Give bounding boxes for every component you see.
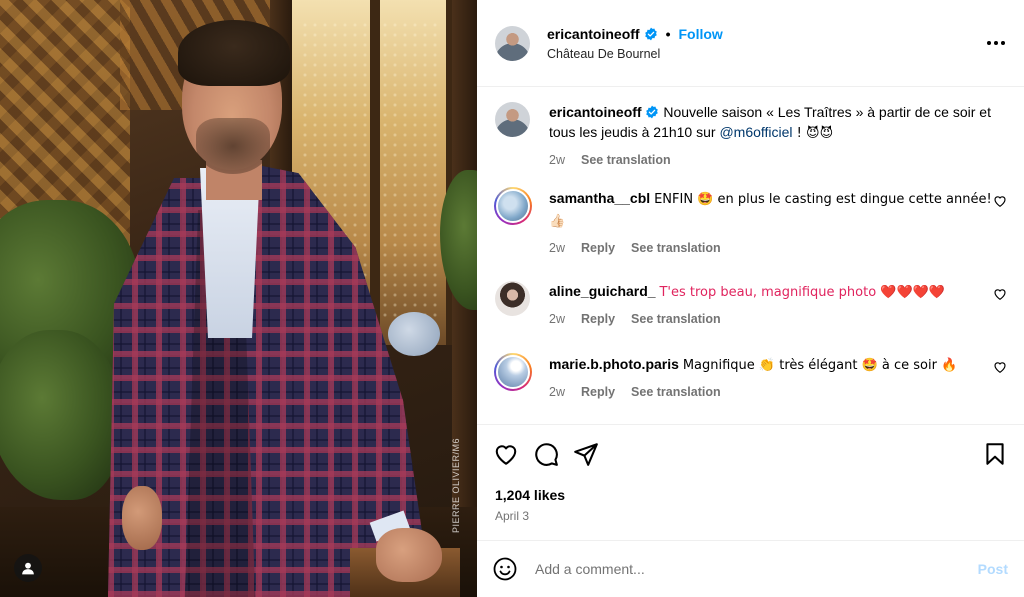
comment-text: Magnifique 👏 très élégant 🤩 à ce soir 🔥 [682,358,958,373]
emoji-picker-icon[interactable] [493,557,517,581]
tagged-users-button[interactable] [14,554,42,582]
verified-badge-icon [646,105,659,119]
post-date[interactable]: April 3 [477,509,1024,523]
comment-age[interactable]: 2w [549,150,565,170]
comment-button[interactable] [533,434,573,474]
hair [178,20,290,86]
post-comment-button[interactable]: Post [978,561,1008,577]
verified-badge-icon [644,27,657,40]
reply-button[interactable]: Reply [581,238,615,258]
hand [122,486,162,550]
follow-button[interactable]: Follow [678,26,722,42]
comment-username[interactable]: marie.b.photo.paris [549,356,679,372]
comment-age[interactable]: 2w [549,382,565,402]
share-button[interactable] [573,434,613,474]
author-username[interactable]: ericantoineoff [547,26,640,42]
avatar[interactable] [495,25,530,61]
comment-item: aline_guichard_ T'es trop beau, magnifiq… [495,281,1007,329]
comment-list[interactable]: ericantoineoff Nouvelle saison « Les Tra… [477,88,1024,423]
save-button[interactable] [968,434,1008,474]
separator-dot: • [665,25,671,42]
comment-text: T'es trop beau, magnifique photo ❤️❤️❤️❤… [659,285,946,300]
reply-button[interactable]: Reply [581,309,615,329]
caption-username[interactable]: ericantoineoff [549,104,642,120]
comment-item: marie.b.photo.paris Magnifique 👏 très él… [494,353,1007,402]
paper-plane-icon [574,443,598,466]
post-actions: 1,204 likes April 3 [477,424,1024,523]
post-photo[interactable]: PIERRE OLIVIER/M6 [0,0,477,597]
more-dots-icon [987,41,1005,45]
reply-button[interactable]: Reply [581,382,615,402]
comment-input[interactable] [535,561,978,577]
person-icon [22,562,34,575]
like-comment-heart-icon[interactable] [993,287,1007,301]
heart-icon [495,445,517,465]
like-comment-heart-icon[interactable] [993,194,1007,208]
story-ring[interactable] [494,353,532,391]
post-header: ericantoineoff • Follow Château De Bourn… [477,0,1024,87]
comment-composer: Post [477,540,1024,597]
plant [0,330,120,500]
avatar [496,189,530,223]
likes-count[interactable]: 1,204 likes [477,487,1024,503]
cushion [388,312,440,356]
avatar[interactable] [495,102,530,137]
mention-link[interactable]: @m6officiel [719,124,792,140]
comment-age[interactable]: 2w [549,238,565,258]
post-side-panel: ericantoineoff • Follow Château De Bourn… [477,0,1024,597]
comment-age[interactable]: 2w [549,309,565,329]
story-ring[interactable] [494,187,532,225]
avatar[interactable] [495,281,530,316]
comment-item: samantha__cbl ENFIN 🤩 en plus le casting… [494,187,1007,258]
see-translation-link[interactable]: See translation [631,309,721,329]
photo-credit: PIERRE OLIVIER/M6 [451,437,461,533]
see-translation-link[interactable]: See translation [631,238,721,258]
post-modal: PIERRE OLIVIER/M6 ericantoineoff • Follo… [0,0,1024,597]
beard [196,118,270,174]
more-options-button[interactable] [984,31,1008,55]
bookmark-icon [986,443,1004,465]
see-translation-link[interactable]: See translation [631,382,721,402]
comment-username[interactable]: samantha__cbl [549,190,650,206]
comment-username[interactable]: aline_guichard_ [549,283,656,299]
caption: ericantoineoff Nouvelle saison « Les Tra… [495,102,1007,170]
like-comment-heart-icon[interactable] [993,360,1007,374]
see-translation-link[interactable]: See translation [581,150,671,170]
caption-text-end: ! 😈😈 [792,126,834,141]
avatar [496,355,530,389]
like-button[interactable] [493,434,533,474]
comment-bubble-icon [535,443,558,466]
hand [376,528,442,582]
post-location[interactable]: Château De Bournel [547,47,984,61]
window-bar [370,0,380,345]
